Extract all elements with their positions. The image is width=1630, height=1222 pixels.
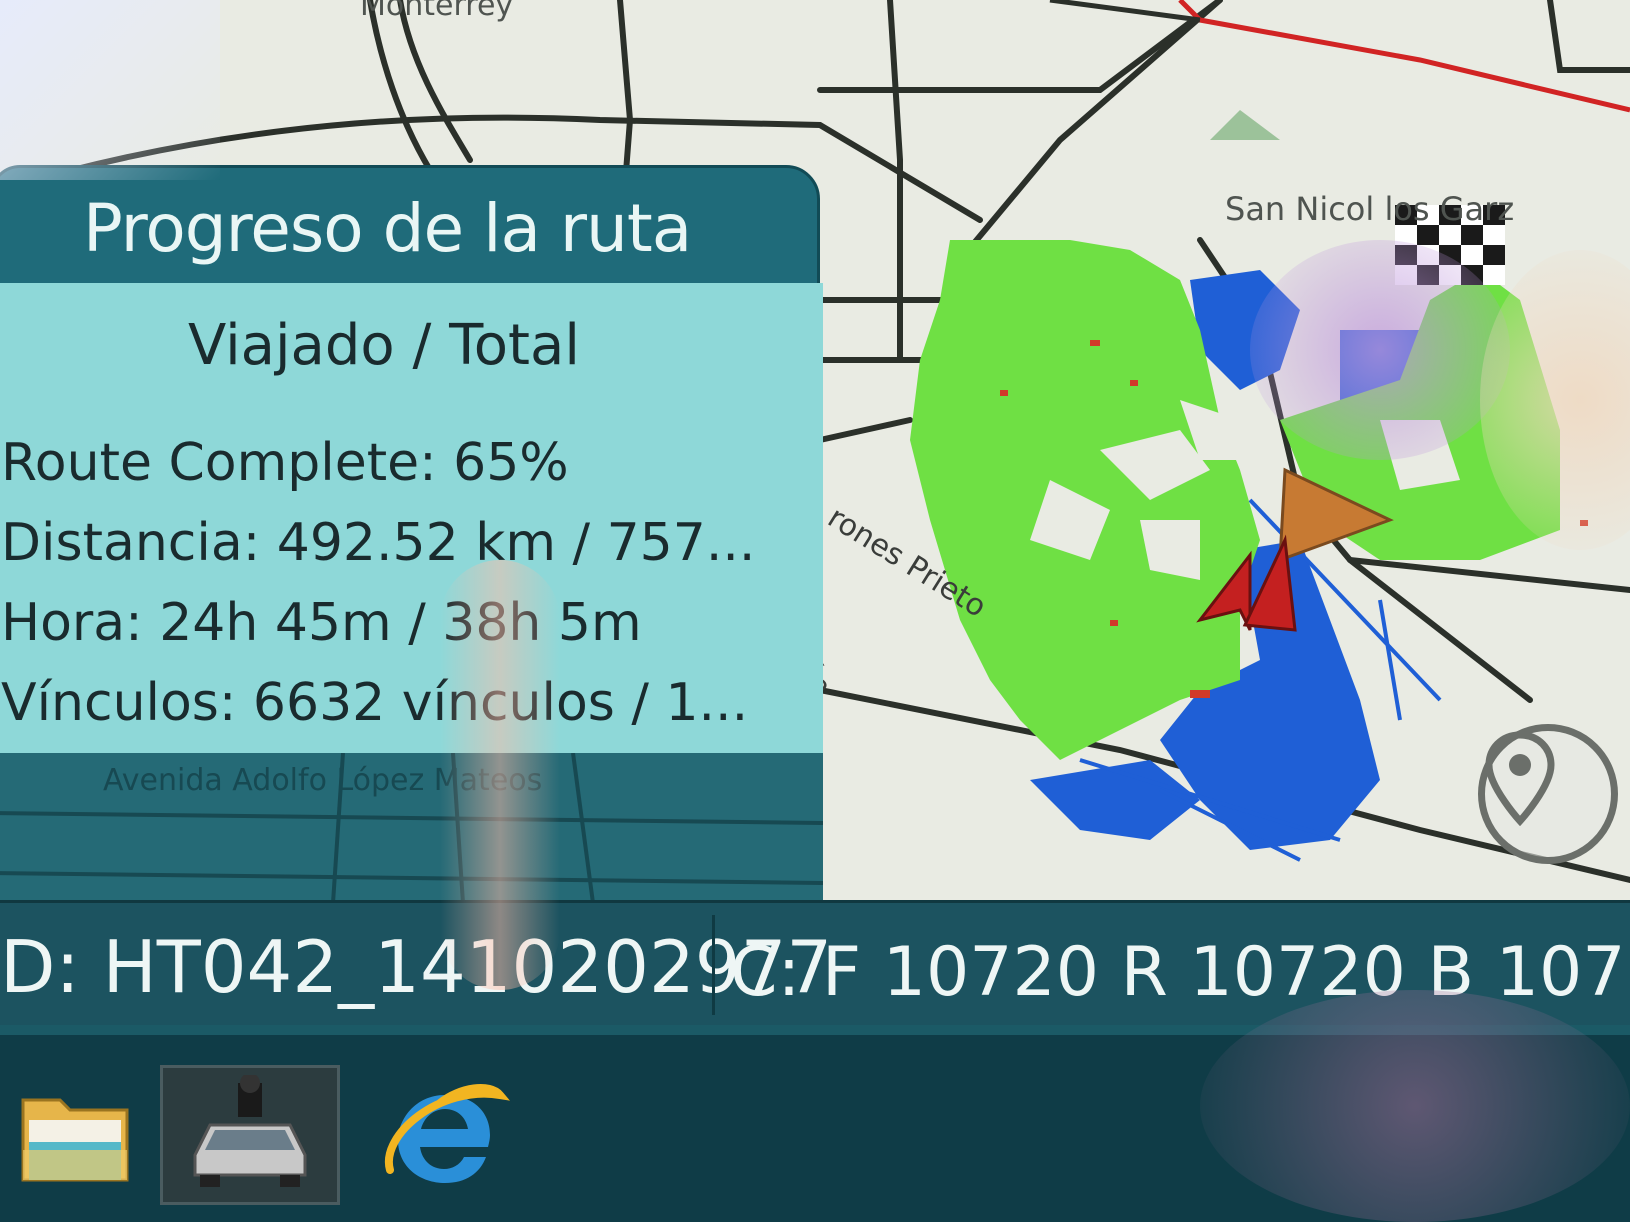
time-stat: Hora: 24h 45m / 38h 5m xyxy=(1,593,642,653)
folder-icon xyxy=(21,1098,129,1182)
panel-footer-roads xyxy=(0,753,823,903)
panel-title: Progreso de la ruta xyxy=(83,190,692,267)
device-id: D: HT042_1410202977 xyxy=(0,925,833,1009)
column-header: Viajado / Total xyxy=(188,313,580,378)
status-divider xyxy=(712,915,715,1015)
road xyxy=(887,0,903,363)
capture-counts: C: F 10720 R 10720 B 10720 L xyxy=(730,933,1630,1012)
panel-footer: Avenida Adolfo López Mateos xyxy=(0,753,823,903)
route-complete-stat: Route Complete: 65% xyxy=(1,433,569,493)
internet-explorer-icon xyxy=(384,1084,510,1183)
road xyxy=(1347,557,1630,593)
panel-body: Viajado / Total Route Complete: 65% Dist… xyxy=(0,283,823,753)
map-pin-icon xyxy=(1485,731,1555,826)
car-camera-icon xyxy=(193,1075,307,1187)
screen: Monterrey San Nicol los Garz rones Priet… xyxy=(0,0,1630,1222)
map-label-san-nicolas: San Nicol los Garz xyxy=(1225,190,1515,228)
road xyxy=(957,0,1223,263)
distance-stat: Distancia: 492.52 km / 757... xyxy=(1,513,756,573)
links-stat: Vínculos: 6632 vínculos / 1... xyxy=(1,673,749,733)
locate-button[interactable] xyxy=(1478,724,1618,864)
road xyxy=(1547,0,1630,73)
road xyxy=(817,417,913,443)
browser-button[interactable] xyxy=(370,1065,520,1205)
park-marker xyxy=(1210,110,1280,140)
route-progress-panel: Progreso de la ruta Viajado / Total Rout… xyxy=(0,165,823,903)
capture-app-button[interactable] xyxy=(160,1065,340,1205)
highway xyxy=(1178,0,1630,113)
taskbar xyxy=(0,1025,1630,1222)
map-label-monterrey: Monterrey xyxy=(360,0,514,23)
folder-button[interactable] xyxy=(0,1065,150,1205)
road xyxy=(1049,0,1201,23)
status-bar: D: HT042_1410202977 C: F 10720 R 10720 B… xyxy=(0,900,1630,1025)
